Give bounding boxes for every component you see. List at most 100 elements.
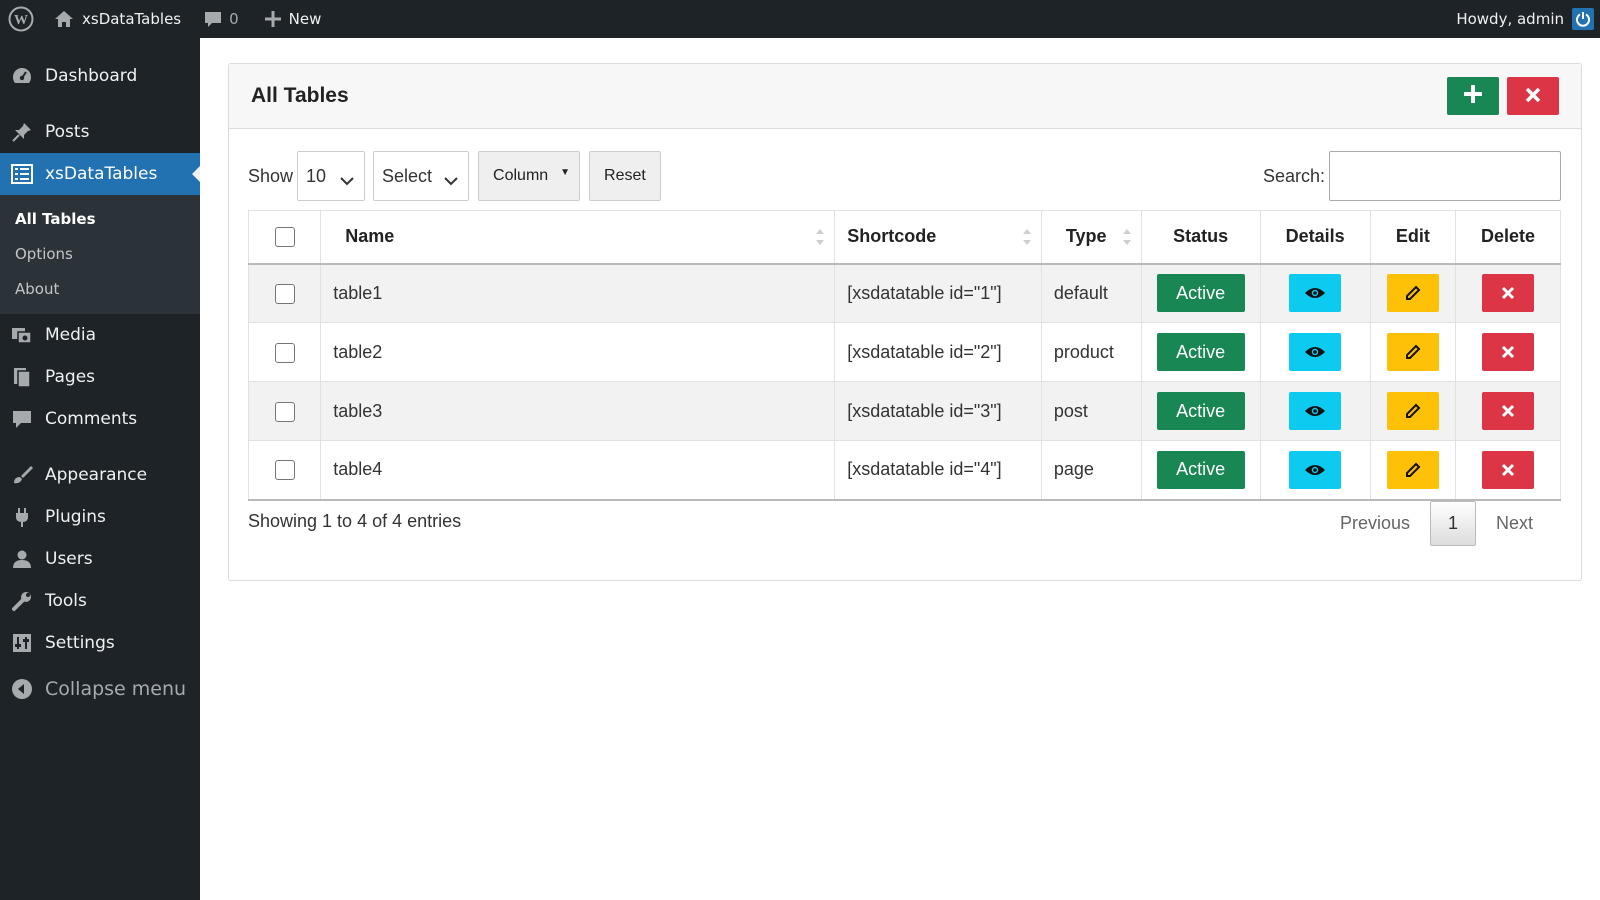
sidebar-item-pages[interactable]: Pages bbox=[0, 356, 200, 398]
row-checkbox[interactable] bbox=[274, 283, 295, 304]
site-name-link[interactable]: xsDataTables bbox=[46, 0, 189, 38]
select-all-checkbox[interactable] bbox=[274, 227, 295, 248]
table-row: table2 [xsdatatable id="2"] product Acti… bbox=[247, 322, 1561, 382]
sidebar-item-plugins[interactable]: Plugins bbox=[0, 496, 200, 538]
delete-button[interactable] bbox=[1482, 392, 1535, 430]
sidebar-item-users[interactable]: Users bbox=[0, 538, 200, 580]
sidebar-item-label: Settings bbox=[45, 633, 115, 653]
pages-icon bbox=[10, 365, 34, 389]
row-type: page bbox=[1040, 440, 1142, 501]
chevron-down-icon bbox=[444, 170, 458, 191]
admin-sidebar: Dashboard Posts xsDataTables All Tables … bbox=[0, 38, 200, 900]
all-tables-panel: All Tables Show 10 Select Column ▼ Reset… bbox=[228, 63, 1582, 581]
reset-label: Reset bbox=[604, 167, 646, 184]
edit-button[interactable] bbox=[1386, 450, 1439, 489]
sidebar-item-label: Pages bbox=[45, 367, 96, 387]
pencil-icon bbox=[1405, 285, 1421, 301]
page-1-button[interactable]: 1 bbox=[1429, 501, 1476, 546]
view-details-button[interactable] bbox=[1289, 274, 1342, 313]
view-details-button[interactable] bbox=[1289, 450, 1342, 489]
status-button[interactable]: Active bbox=[1156, 333, 1245, 371]
show-label: Show bbox=[248, 165, 294, 186]
view-details-button[interactable] bbox=[1289, 333, 1342, 371]
row-type: default bbox=[1040, 263, 1142, 323]
user-icon bbox=[10, 547, 34, 571]
comments-link[interactable]: 0 bbox=[195, 0, 247, 38]
edit-button[interactable] bbox=[1386, 274, 1439, 313]
delete-button[interactable] bbox=[1482, 450, 1535, 489]
row-checkbox[interactable] bbox=[274, 342, 295, 363]
close-icon bbox=[1501, 345, 1515, 359]
sidebar-item-dashboard[interactable]: Dashboard bbox=[0, 55, 200, 97]
row-checkbox[interactable] bbox=[274, 401, 295, 422]
reset-button[interactable]: Reset bbox=[589, 151, 661, 201]
tables-list: Name Shortcode Type Status Details Edit … bbox=[247, 210, 1561, 501]
sort-icon bbox=[1122, 229, 1131, 245]
sidebar-item-media[interactable]: Media bbox=[0, 314, 200, 356]
edit-button[interactable] bbox=[1386, 392, 1439, 430]
account-menu[interactable]: Howdy, admin bbox=[1456, 0, 1600, 38]
column-header-details: Details bbox=[1259, 210, 1371, 265]
comments-count: 0 bbox=[229, 10, 239, 28]
sidebar-item-appearance[interactable]: Appearance bbox=[0, 454, 200, 496]
edit-button[interactable] bbox=[1386, 333, 1439, 371]
pushpin-icon bbox=[10, 120, 34, 144]
select-all-cell bbox=[247, 210, 322, 265]
column-label: Details bbox=[1285, 226, 1345, 247]
panel-header: All Tables bbox=[229, 64, 1581, 129]
comment-icon bbox=[10, 407, 34, 431]
row-shortcode: [xsdatatable id="4"] bbox=[834, 440, 1042, 501]
pencil-icon bbox=[1405, 344, 1421, 359]
column-header-name[interactable]: Name bbox=[320, 210, 836, 265]
row-checkbox[interactable] bbox=[274, 460, 295, 481]
previous-page-button[interactable]: Previous bbox=[1320, 513, 1430, 534]
submenu-about[interactable]: About bbox=[0, 271, 200, 306]
column-header-shortcode[interactable]: Shortcode bbox=[834, 210, 1042, 265]
status-button[interactable]: Active bbox=[1156, 274, 1245, 313]
row-type: post bbox=[1040, 381, 1142, 441]
pencil-icon bbox=[1405, 403, 1421, 418]
status-filter-value: Select bbox=[382, 165, 433, 186]
column-header-type[interactable]: Type bbox=[1040, 210, 1142, 265]
wordpress-icon[interactable]: W bbox=[0, 0, 46, 38]
status-button[interactable]: Active bbox=[1156, 450, 1245, 489]
row-shortcode: [xsdatatable id="3"] bbox=[834, 381, 1042, 441]
new-content-link[interactable]: New bbox=[257, 0, 330, 38]
home-icon bbox=[54, 10, 74, 28]
pencil-icon bbox=[1405, 462, 1421, 477]
search-input[interactable] bbox=[1329, 151, 1561, 201]
sidebar-item-comments[interactable]: Comments bbox=[0, 398, 200, 440]
svg-text:W: W bbox=[14, 13, 28, 28]
sidebar-item-settings[interactable]: Settings bbox=[0, 622, 200, 664]
pagination: Previous 1 Next bbox=[1320, 501, 1553, 546]
delete-button[interactable] bbox=[1482, 274, 1535, 313]
submenu-all-tables[interactable]: All Tables bbox=[0, 201, 200, 236]
sidebar-item-xsdatatables[interactable]: xsDataTables bbox=[0, 153, 200, 195]
row-name: table3 bbox=[320, 381, 836, 441]
table-controls: Show 10 Select Column ▼ Reset Search: bbox=[248, 151, 1561, 201]
delete-button[interactable] bbox=[1482, 333, 1535, 371]
page-size-value: 10 bbox=[306, 165, 327, 186]
column-label: Edit bbox=[1395, 226, 1430, 247]
next-page-button[interactable]: Next bbox=[1476, 513, 1553, 534]
page-title: All Tables bbox=[251, 84, 349, 107]
entries-info: Showing 1 to 4 of 4 entries bbox=[248, 511, 462, 531]
eye-icon bbox=[1305, 347, 1326, 357]
view-details-button[interactable] bbox=[1289, 392, 1342, 430]
status-button[interactable]: Active bbox=[1156, 392, 1245, 430]
column-visibility-button[interactable]: Column ▼ bbox=[478, 151, 581, 201]
status-filter-select[interactable]: Select bbox=[373, 151, 470, 201]
caret-down-icon: ▼ bbox=[560, 166, 571, 178]
collapse-menu-button[interactable]: Collapse menu bbox=[0, 668, 200, 710]
sidebar-item-tools[interactable]: Tools bbox=[0, 580, 200, 622]
table-row: table3 [xsdatatable id="3"] post Active bbox=[247, 381, 1561, 441]
comment-icon bbox=[203, 9, 223, 29]
submenu-options[interactable]: Options bbox=[0, 236, 200, 271]
column-label: Column bbox=[493, 167, 549, 184]
add-table-button[interactable] bbox=[1447, 77, 1499, 115]
delete-selected-button[interactable] bbox=[1507, 77, 1559, 115]
page-size-select[interactable]: 10 bbox=[297, 151, 366, 201]
sidebar-item-posts[interactable]: Posts bbox=[0, 111, 200, 153]
sidebar-item-label: Posts bbox=[45, 122, 90, 142]
close-icon bbox=[1501, 463, 1515, 476]
